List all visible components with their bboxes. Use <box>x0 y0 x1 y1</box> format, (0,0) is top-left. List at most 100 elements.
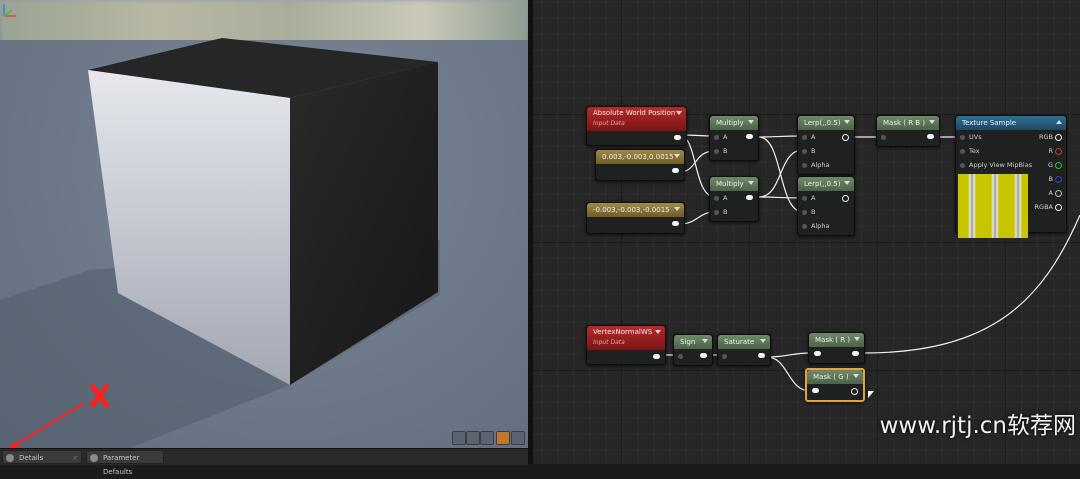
input-pin[interactable] <box>802 224 807 229</box>
close-icon[interactable]: × <box>72 451 78 465</box>
pin-label-a: A <box>1048 189 1053 197</box>
node-mask-g[interactable]: Mask ( G ) <box>805 368 865 402</box>
output-pin-r[interactable] <box>1055 148 1062 155</box>
expand-icon[interactable] <box>854 337 860 341</box>
pin-label-b: B <box>1048 175 1053 183</box>
input-pin[interactable] <box>678 354 683 359</box>
viewport-3d[interactable]: X <box>0 0 528 448</box>
mouse-cursor <box>868 391 874 398</box>
axis-gizmo <box>3 4 16 17</box>
node-multiply-2[interactable]: Multiply A B <box>709 176 759 222</box>
pin-label-b: B <box>723 147 728 155</box>
expand-icon[interactable] <box>655 330 661 334</box>
tab-details[interactable]: Details × <box>2 450 82 464</box>
node-saturate[interactable]: Saturate <box>717 334 771 366</box>
output-pin[interactable] <box>842 195 849 202</box>
output-pin-a[interactable] <box>1055 190 1062 197</box>
view-mode-icon[interactable] <box>452 431 466 445</box>
node-header: 0.003,-0.003,0.0015 <box>596 150 684 164</box>
material-graph[interactable]: Absolute World Position Input Data 0.003… <box>533 0 1080 464</box>
input-pin[interactable] <box>802 210 807 215</box>
pin-label-a: A <box>723 133 728 141</box>
node-texture-sample[interactable]: Texture Sample UVs RGB Tex R Apply View Mi… <box>955 115 1067 238</box>
output-pin[interactable] <box>653 354 660 359</box>
expand-icon[interactable] <box>748 181 754 185</box>
node-title: Absolute World Position <box>593 109 676 117</box>
annotation-x-mark: X <box>88 380 112 415</box>
node-mask-rb[interactable]: Mask ( R B ) <box>876 115 940 147</box>
node-absolute-world-position[interactable]: Absolute World Position Input Data <box>586 106 687 146</box>
output-pin[interactable] <box>746 134 753 139</box>
input-pin[interactable] <box>960 135 965 140</box>
node-title: Lerp(,,0.5) <box>804 180 841 188</box>
node-title: 0.003,-0.003,0.0015 <box>602 153 674 161</box>
expand-icon[interactable] <box>674 154 680 158</box>
node-title: Multiply <box>716 180 744 188</box>
output-pin[interactable] <box>852 351 859 356</box>
node-vertex-normal-ws[interactable]: VertexNormalWS Input Data <box>586 325 666 365</box>
expand-icon[interactable] <box>760 339 766 343</box>
pin-label-b: B <box>811 208 816 216</box>
input-pin[interactable] <box>881 135 886 140</box>
input-pin[interactable] <box>714 196 719 201</box>
input-pin[interactable] <box>722 354 727 359</box>
node-lerp-1[interactable]: Lerp(,,0.5) A B Alpha <box>797 115 855 175</box>
node-title: -0.003,-0.003,-0.0015 <box>593 206 670 214</box>
output-pin[interactable] <box>746 195 753 200</box>
node-title: Mask ( G ) <box>813 373 849 381</box>
node-mask-r[interactable]: Mask ( R ) <box>808 332 865 364</box>
node-multiply-1[interactable]: Multiply A B <box>709 115 759 161</box>
expand-icon[interactable] <box>702 339 708 343</box>
node-header: Absolute World Position Input Data <box>587 107 686 131</box>
output-pin[interactable] <box>672 221 679 226</box>
input-pin[interactable] <box>802 135 807 140</box>
node-lerp-2[interactable]: Lerp(,,0.5) A B Alpha <box>797 176 855 236</box>
collapse-icon[interactable] <box>1056 120 1062 124</box>
output-pin-rgb[interactable] <box>1055 134 1062 141</box>
node-header: Mask ( G ) <box>807 370 863 384</box>
input-pin[interactable] <box>714 135 719 140</box>
node-title: VertexNormalWS <box>593 328 653 336</box>
input-pin[interactable] <box>960 149 965 154</box>
realtime-icon[interactable] <box>496 431 510 445</box>
pin-label-rgb: RGB <box>1038 133 1053 141</box>
input-pin[interactable] <box>802 163 807 168</box>
expand-icon[interactable] <box>853 374 859 378</box>
input-pin[interactable] <box>802 196 807 201</box>
node-constant-vector-a[interactable]: 0.003,-0.003,0.0015 <box>595 149 685 181</box>
output-pin[interactable] <box>672 168 679 173</box>
input-pin[interactable] <box>714 210 719 215</box>
input-pin[interactable] <box>812 388 819 393</box>
output-pin[interactable] <box>842 134 849 141</box>
output-pin[interactable] <box>674 135 681 140</box>
output-pin[interactable] <box>851 388 858 395</box>
node-sign[interactable]: Sign <box>673 334 713 366</box>
node-constant-vector-b[interactable]: -0.003,-0.003,-0.0015 <box>586 202 685 234</box>
tab-parameter-defaults[interactable]: Parameter Defaults <box>86 450 164 476</box>
output-pin[interactable] <box>700 353 707 358</box>
input-pin[interactable] <box>802 149 807 154</box>
shading-icon[interactable] <box>466 431 480 445</box>
lit-icon[interactable] <box>480 431 494 445</box>
expand-icon[interactable] <box>674 207 680 211</box>
pin-label-a: A <box>811 194 816 202</box>
input-pin[interactable] <box>960 163 965 168</box>
expand-icon[interactable] <box>929 120 935 124</box>
pin-label-alpha: Alpha <box>811 222 830 230</box>
node-title: Mask ( R ) <box>815 336 851 344</box>
cube-right-face <box>290 62 438 385</box>
pin-label-g: G <box>1047 161 1053 169</box>
expand-icon[interactable] <box>844 181 850 185</box>
output-pin-g[interactable] <box>1055 162 1062 169</box>
expand-icon[interactable] <box>844 120 850 124</box>
input-pin[interactable] <box>714 149 719 154</box>
output-pin-rgba[interactable] <box>1055 204 1062 211</box>
expand-icon[interactable] <box>676 111 682 115</box>
node-header: Multiply <box>710 116 758 130</box>
output-pin[interactable] <box>758 353 765 358</box>
input-pin[interactable] <box>814 351 821 356</box>
settings-icon[interactable] <box>511 431 525 445</box>
output-pin[interactable] <box>927 134 934 139</box>
expand-icon[interactable] <box>748 120 754 124</box>
output-pin-b[interactable] <box>1055 176 1062 183</box>
